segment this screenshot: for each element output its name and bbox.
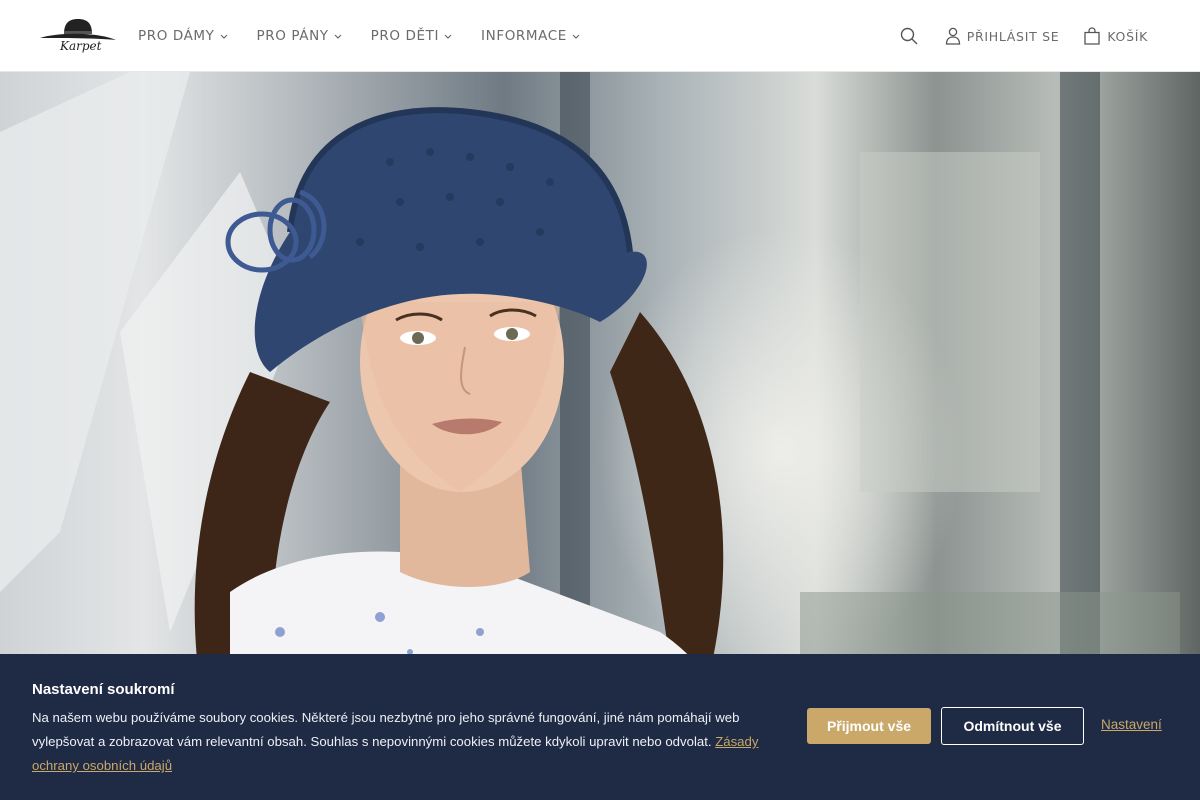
nav-item-label: PRO DÁMY (138, 28, 215, 44)
login-link[interactable]: PŘIHLÁSIT SE (945, 27, 1060, 45)
nav-item-label: PRO DĚTI (370, 28, 440, 44)
bag-icon (1084, 27, 1100, 45)
chevron-down-icon (220, 34, 227, 39)
hat-logo-icon: Karpet (40, 19, 116, 53)
header-actions: PŘIHLÁSIT SE KOŠÍK (899, 0, 1148, 72)
site-header: Karpet PRO DÁMY PRO PÁNY PRO DĚTI INFORM… (0, 0, 1200, 72)
chevron-down-icon (444, 34, 452, 39)
main-nav: PRO DÁMY PRO PÁNY PRO DĚTI INFORMACE (138, 0, 609, 72)
nav-item-informace[interactable]: INFORMACE (481, 28, 581, 44)
cookie-description: Na našem webu používáme soubory cookies.… (32, 710, 740, 749)
logo[interactable]: Karpet (38, 14, 118, 56)
chevron-down-icon (572, 34, 580, 39)
cart-label: KOŠÍK (1107, 28, 1148, 44)
nav-item-pro-pany[interactable]: PRO PÁNY (257, 28, 343, 44)
accept-all-button[interactable]: Přijmout vše (807, 708, 931, 744)
cookie-settings-link[interactable]: Nastavení (1101, 717, 1162, 732)
nav-item-pro-deti[interactable]: PRO DĚTI (371, 28, 453, 44)
nav-item-pro-damy[interactable]: PRO DÁMY (138, 28, 229, 44)
cookie-title: Nastavení soukromí (32, 681, 175, 698)
search-icon[interactable] (899, 26, 919, 46)
cart-link[interactable]: KOŠÍK (1083, 27, 1148, 45)
reject-all-button[interactable]: Odmítnout vše (941, 707, 1084, 745)
user-icon (945, 27, 960, 45)
cookie-banner: Nastavení soukromí Na našem webu používá… (0, 654, 1200, 800)
svg-text:Karpet: Karpet (59, 39, 102, 53)
cookie-text: Na našem webu používáme soubory cookies.… (32, 706, 782, 778)
login-label: PŘIHLÁSIT SE (966, 28, 1060, 44)
chevron-down-icon (334, 34, 342, 39)
nav-item-label: PRO PÁNY (256, 28, 329, 44)
nav-item-label: INFORMACE (481, 28, 567, 44)
